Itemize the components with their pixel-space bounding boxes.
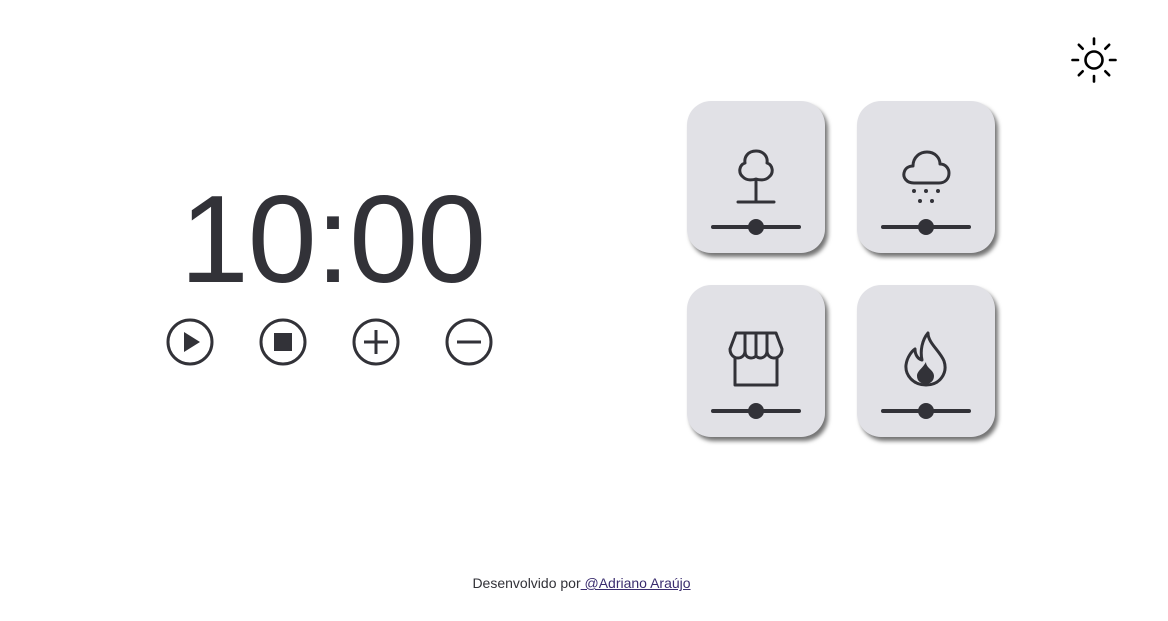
sound-card-forest[interactable] bbox=[687, 101, 825, 253]
volume-slider[interactable] bbox=[711, 403, 801, 419]
sound-card-rain[interactable] bbox=[857, 101, 995, 253]
tree-icon bbox=[736, 149, 776, 204]
volume-slider[interactable] bbox=[881, 403, 971, 419]
timer-display: 10:00 bbox=[179, 171, 486, 309]
decrease-button[interactable] bbox=[445, 318, 493, 366]
minus-icon bbox=[445, 318, 493, 366]
app-root: 10:00 Desenvolvido por @Adriano Araújo bbox=[0, 0, 1168, 621]
volume-slider[interactable] bbox=[711, 219, 801, 235]
fire-icon bbox=[904, 331, 947, 387]
rain-cloud-icon bbox=[902, 150, 951, 203]
plus-icon bbox=[352, 318, 400, 366]
slider-thumb[interactable] bbox=[748, 403, 764, 419]
theme-toggle-button[interactable] bbox=[1070, 36, 1118, 84]
sound-card-fireplace[interactable] bbox=[857, 285, 995, 437]
author-link[interactable]: @Adriano Araújo bbox=[581, 575, 690, 591]
sound-card-coffee-shop[interactable] bbox=[687, 285, 825, 437]
timer-controls bbox=[166, 318, 493, 366]
slider-thumb[interactable] bbox=[748, 219, 764, 235]
storefront-icon bbox=[728, 331, 784, 387]
footer-prefix: Desenvolvido por bbox=[472, 575, 581, 591]
sound-cards bbox=[687, 101, 995, 437]
volume-slider[interactable] bbox=[881, 219, 971, 235]
sun-icon bbox=[1071, 37, 1117, 83]
play-button[interactable] bbox=[166, 318, 214, 366]
stop-button[interactable] bbox=[259, 318, 307, 366]
play-icon bbox=[166, 318, 214, 366]
footer: Desenvolvido por @Adriano Araújo bbox=[0, 575, 1163, 591]
slider-thumb[interactable] bbox=[918, 403, 934, 419]
stop-icon bbox=[259, 318, 307, 366]
slider-thumb[interactable] bbox=[918, 219, 934, 235]
timer: 10:00 bbox=[160, 178, 505, 302]
increase-button[interactable] bbox=[352, 318, 400, 366]
